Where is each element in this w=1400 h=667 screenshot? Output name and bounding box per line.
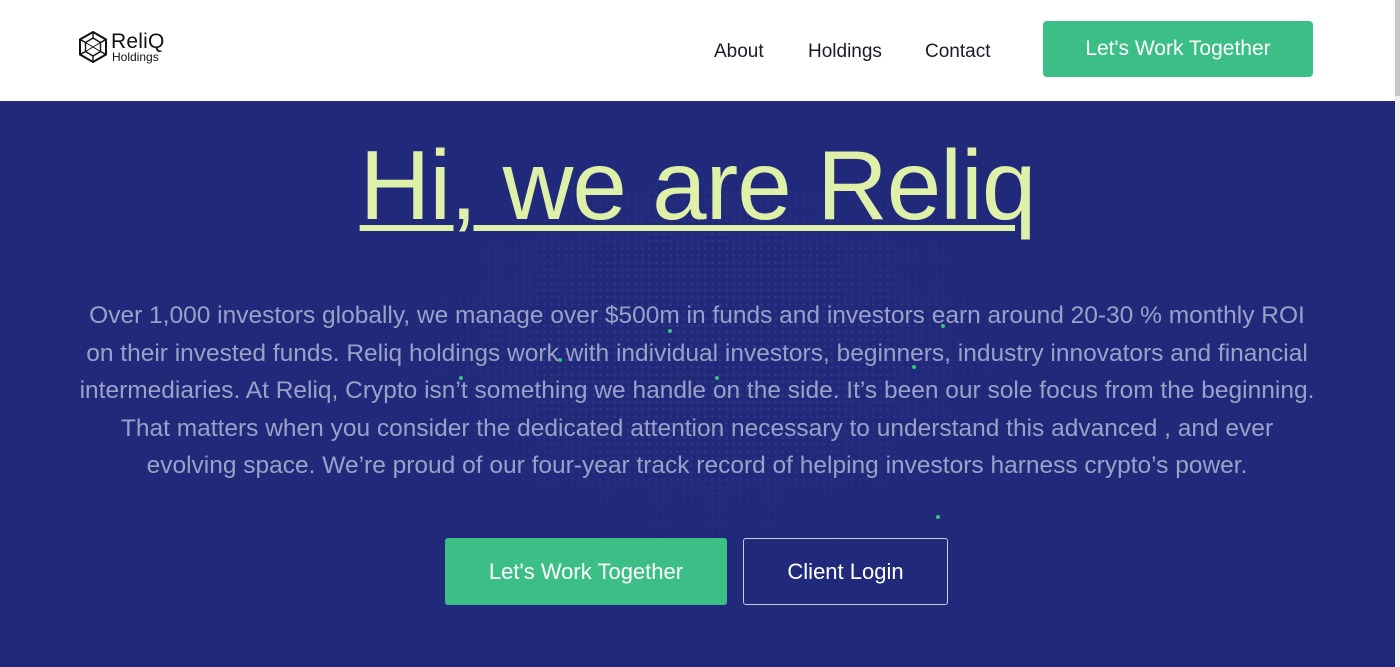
logo-name: ReliQ [111, 30, 165, 53]
decorative-dot [912, 365, 916, 369]
logo-text: ReliQ Holdings [111, 31, 165, 63]
scrollbar-thumb[interactable] [1395, 0, 1400, 96]
scrollbar[interactable] [1395, 0, 1400, 667]
nav-link-holdings[interactable]: Holdings [808, 41, 882, 63]
page: ReliQ Holdings About Holdings Contact Le… [0, 0, 1400, 667]
nav-link-contact[interactable]: Contact [925, 41, 990, 63]
nav-link-about[interactable]: About [714, 41, 764, 63]
hero-title: Hi, we are Reliq [0, 130, 1395, 240]
work-together-button[interactable]: Let's Work Together [445, 538, 727, 605]
header-work-together-button[interactable]: Let's Work Together [1043, 21, 1313, 77]
hero-description: Over 1,000 investors globally, we manage… [79, 302, 1315, 479]
logo-subtitle: Holdings [112, 50, 159, 64]
hexagon-network-icon [78, 30, 108, 64]
decorative-dot [558, 358, 562, 362]
logo[interactable]: ReliQ Holdings [78, 30, 165, 64]
decorative-dot [459, 376, 463, 380]
decorative-dot [668, 329, 672, 333]
hero-title-text: Hi, we are Reliq [359, 130, 1037, 240]
site-header: ReliQ Holdings About Holdings Contact Le… [0, 0, 1395, 101]
decorative-dot [941, 324, 945, 328]
decorative-dot [936, 515, 940, 519]
client-login-button[interactable]: Client Login [743, 538, 948, 605]
decorative-dot [715, 376, 719, 380]
